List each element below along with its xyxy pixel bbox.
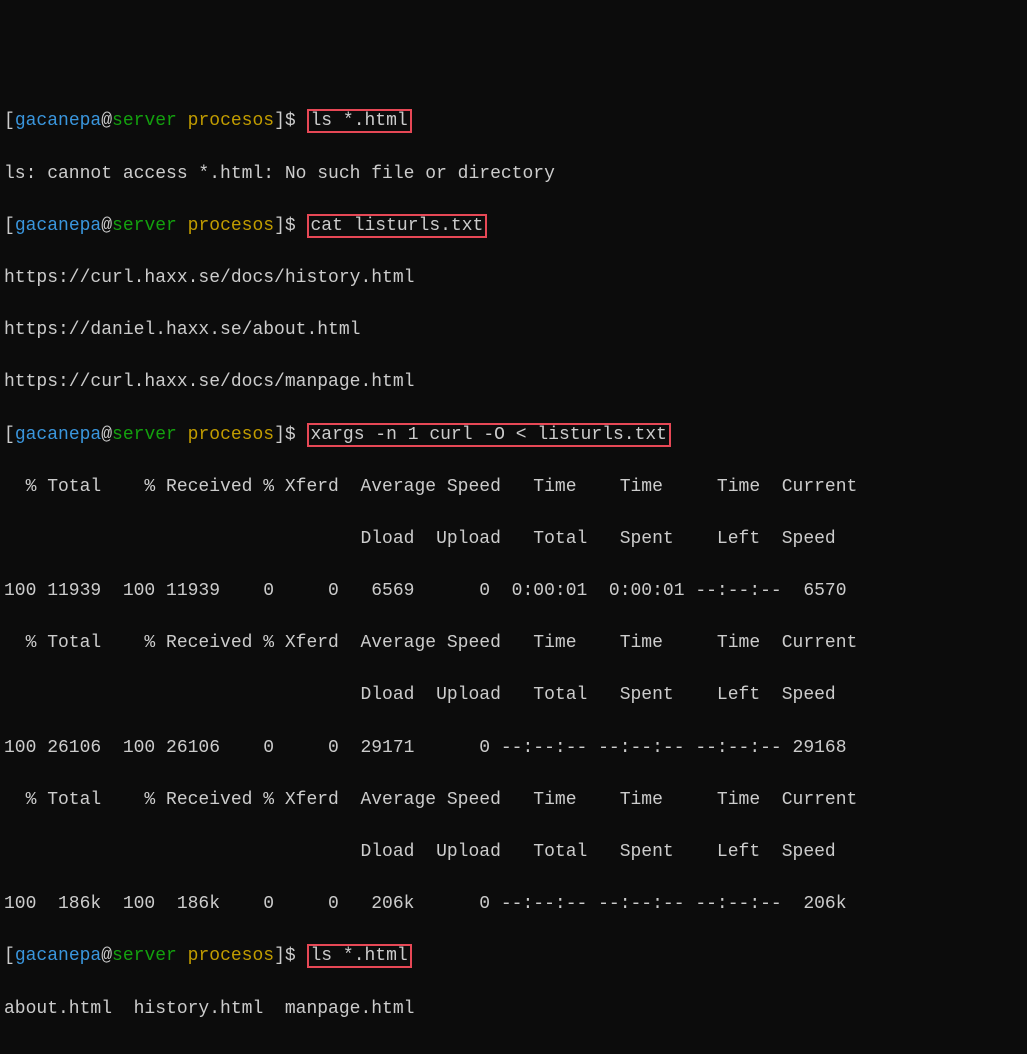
command-ls-html-1: ls *.html [307, 109, 412, 133]
bracket-close: ]$ [274, 946, 306, 966]
curl-header-1-line-1: % Total % Received % Xferd Average Speed… [4, 474, 1023, 500]
url-3: https://curl.haxx.se/docs/manpage.html [4, 369, 1023, 395]
ls-error-output: ls: cannot access *.html: No such file o… [4, 161, 1023, 187]
prompt-sep [177, 216, 188, 236]
prompt-at: @ [101, 111, 112, 131]
prompt-path: procesos [188, 425, 274, 445]
url-1: https://curl.haxx.se/docs/history.html [4, 265, 1023, 291]
curl-header-2-line-1: % Total % Received % Xferd Average Speed… [4, 630, 1023, 656]
prompt-sep [177, 946, 188, 966]
command-ls-html-2: ls *.html [307, 944, 412, 968]
curl-progress-row-1: 100 11939 100 11939 0 0 6569 0 0:00:01 0… [4, 578, 1023, 604]
curl-header-3-line-2: Dload Upload Total Spent Left Speed [4, 839, 1023, 865]
prompt-user: gacanepa [15, 425, 101, 445]
prompt-host: server [112, 425, 177, 445]
curl-header-2-line-2: Dload Upload Total Spent Left Speed [4, 682, 1023, 708]
curl-header-3-line-1: % Total % Received % Xferd Average Speed… [4, 787, 1023, 813]
url-2: https://daniel.haxx.se/about.html [4, 317, 1023, 343]
bracket-open: [ [4, 111, 15, 131]
prompt-at: @ [101, 946, 112, 966]
prompt-user: gacanepa [15, 111, 101, 131]
prompt-path: procesos [188, 216, 274, 236]
prompt-user: gacanepa [15, 216, 101, 236]
command-xargs-curl: xargs -n 1 curl -O < listurls.txt [307, 423, 671, 447]
prompt-sep [177, 111, 188, 131]
prompt-host: server [112, 946, 177, 966]
bracket-close: ]$ [274, 216, 306, 236]
prompt-path: procesos [188, 946, 274, 966]
bracket-close: ]$ [274, 111, 306, 131]
prompt-line-1: [gacanepa@server procesos]$ ls *.html [4, 108, 1023, 134]
prompt-line-4: [gacanepa@server procesos]$ ls *.html [4, 943, 1023, 969]
bracket-open: [ [4, 946, 15, 966]
ls-result-output: about.html history.html manpage.html [4, 996, 1023, 1022]
prompt-host: server [112, 111, 177, 131]
prompt-at: @ [101, 425, 112, 445]
prompt-at: @ [101, 216, 112, 236]
bracket-open: [ [4, 216, 15, 236]
prompt-host: server [112, 216, 177, 236]
curl-progress-row-3: 100 186k 100 186k 0 0 206k 0 --:--:-- --… [4, 891, 1023, 917]
prompt-path: procesos [188, 111, 274, 131]
bracket-open: [ [4, 425, 15, 445]
prompt-user: gacanepa [15, 946, 101, 966]
curl-progress-row-2: 100 26106 100 26106 0 0 29171 0 --:--:--… [4, 735, 1023, 761]
curl-header-1-line-2: Dload Upload Total Spent Left Speed [4, 526, 1023, 552]
command-cat-listurls: cat listurls.txt [307, 214, 488, 238]
prompt-sep [177, 425, 188, 445]
prompt-line-3: [gacanepa@server procesos]$ xargs -n 1 c… [4, 422, 1023, 448]
terminal[interactable]: [gacanepa@server procesos]$ ls *.html ls… [4, 108, 1023, 1047]
bracket-close: ]$ [274, 425, 306, 445]
prompt-line-2: [gacanepa@server procesos]$ cat listurls… [4, 213, 1023, 239]
